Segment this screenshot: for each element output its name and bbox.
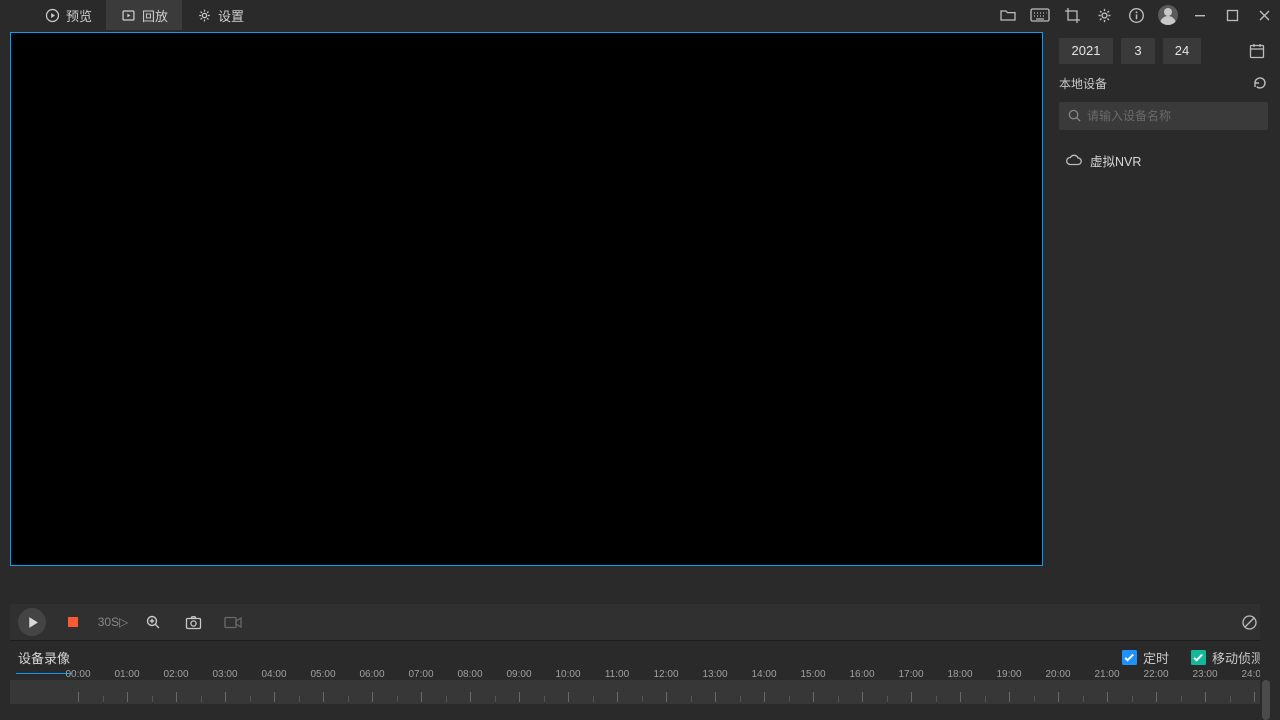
- zoom-in-button[interactable]: [140, 609, 166, 635]
- timeline-tick-label: 05:00: [310, 669, 335, 680]
- timeline-tab-device-record[interactable]: 设备录像: [16, 640, 72, 675]
- maximize-icon[interactable]: [1216, 0, 1248, 30]
- timeline-tick-label: 16:00: [849, 669, 874, 680]
- tab-preview-label: 预览: [66, 6, 92, 25]
- minimize-icon[interactable]: [1184, 0, 1216, 30]
- keyboard-icon[interactable]: [1024, 0, 1056, 30]
- calendar-icon[interactable]: [1246, 40, 1268, 62]
- stop-button[interactable]: [60, 609, 86, 635]
- checkbox-icon: [1191, 650, 1206, 665]
- date-year[interactable]: 2021: [1059, 38, 1113, 64]
- timeline-tick-label: 13:00: [702, 669, 727, 680]
- timeline-tick-label: 01:00: [114, 669, 139, 680]
- device-item[interactable]: 虚拟NVR: [1059, 146, 1268, 174]
- playback-icon: [120, 7, 136, 23]
- timeline-tick-label: 09:00: [506, 669, 531, 680]
- tab-settings[interactable]: 设置: [182, 0, 258, 30]
- filter-motion-label: 移动侦测: [1212, 648, 1264, 667]
- timeline-tick-label: 07:00: [408, 669, 433, 680]
- timeline-tick-label: 14:00: [751, 669, 776, 680]
- skip-30s-button[interactable]: 30S▷: [100, 609, 126, 635]
- folder-icon[interactable]: [992, 0, 1024, 30]
- device-search-input[interactable]: [1087, 102, 1260, 130]
- playback-controls: 30S▷: [10, 604, 1270, 640]
- timeline-tick-label: 10:00: [555, 669, 580, 680]
- filter-motion-checkbox[interactable]: 移动侦测: [1191, 648, 1264, 667]
- timeline-tick-label: 19:00: [996, 669, 1021, 680]
- refresh-icon[interactable]: [1252, 75, 1268, 91]
- info-icon[interactable]: [1120, 0, 1152, 30]
- timeline-tick-label: 00:00: [65, 669, 90, 680]
- device-search[interactable]: [1059, 102, 1268, 130]
- checkbox-icon: [1122, 650, 1137, 665]
- play-circle-icon: [44, 7, 60, 23]
- timeline-tick-label: 17:00: [898, 669, 923, 680]
- right-panel: 2021 3 24 本地设备 虚拟NVR: [1043, 30, 1280, 604]
- clear-button[interactable]: [1236, 609, 1262, 635]
- timeline-tick-label: 08:00: [457, 669, 482, 680]
- timeline-ruler[interactable]: 00:0001:0002:0003:0004:0005:0006:0007:00…: [10, 674, 1260, 720]
- search-icon: [1067, 108, 1082, 126]
- filter-timed-checkbox[interactable]: 定时: [1122, 648, 1169, 667]
- tab-playback-label: 回放: [142, 6, 168, 25]
- close-icon[interactable]: [1248, 0, 1280, 30]
- gear-icon: [196, 7, 212, 23]
- timeline-tick-label: 02:00: [163, 669, 188, 680]
- local-device-label: 本地设备: [1059, 75, 1107, 92]
- date-month[interactable]: 3: [1121, 38, 1155, 64]
- avatar[interactable]: [1152, 0, 1184, 30]
- snapshot-button[interactable]: [180, 609, 206, 635]
- play-button[interactable]: [18, 608, 46, 636]
- scrollbar[interactable]: [1260, 580, 1272, 720]
- crop-icon[interactable]: [1056, 0, 1088, 30]
- timeline-tick-label: 12:00: [653, 669, 678, 680]
- video-viewport[interactable]: [10, 32, 1043, 566]
- device-name: 虚拟NVR: [1090, 151, 1141, 170]
- timeline-tick-label: 18:00: [947, 669, 972, 680]
- timeline-tick-label: 23:00: [1192, 669, 1217, 680]
- timeline-tick-label: 15:00: [800, 669, 825, 680]
- timeline-tick-label: 11:00: [605, 669, 629, 680]
- timeline-tick-label: 21:00: [1094, 669, 1119, 680]
- settings-gear-icon[interactable]: [1088, 0, 1120, 30]
- tab-preview[interactable]: 预览: [30, 0, 106, 30]
- timeline-tick-label: 06:00: [359, 669, 384, 680]
- timeline-tick-label: 22:00: [1143, 669, 1168, 680]
- cloud-icon: [1065, 154, 1082, 166]
- tab-settings-label: 设置: [218, 6, 244, 25]
- tab-playback[interactable]: 回放: [106, 0, 182, 30]
- timeline-tick-label: 03:00: [212, 669, 237, 680]
- timeline-tick-label: 20:00: [1045, 669, 1070, 680]
- record-clip-button[interactable]: [220, 609, 246, 635]
- timeline-tick-label: 04:00: [261, 669, 286, 680]
- filter-timed-label: 定时: [1143, 648, 1169, 667]
- date-day[interactable]: 24: [1163, 38, 1201, 64]
